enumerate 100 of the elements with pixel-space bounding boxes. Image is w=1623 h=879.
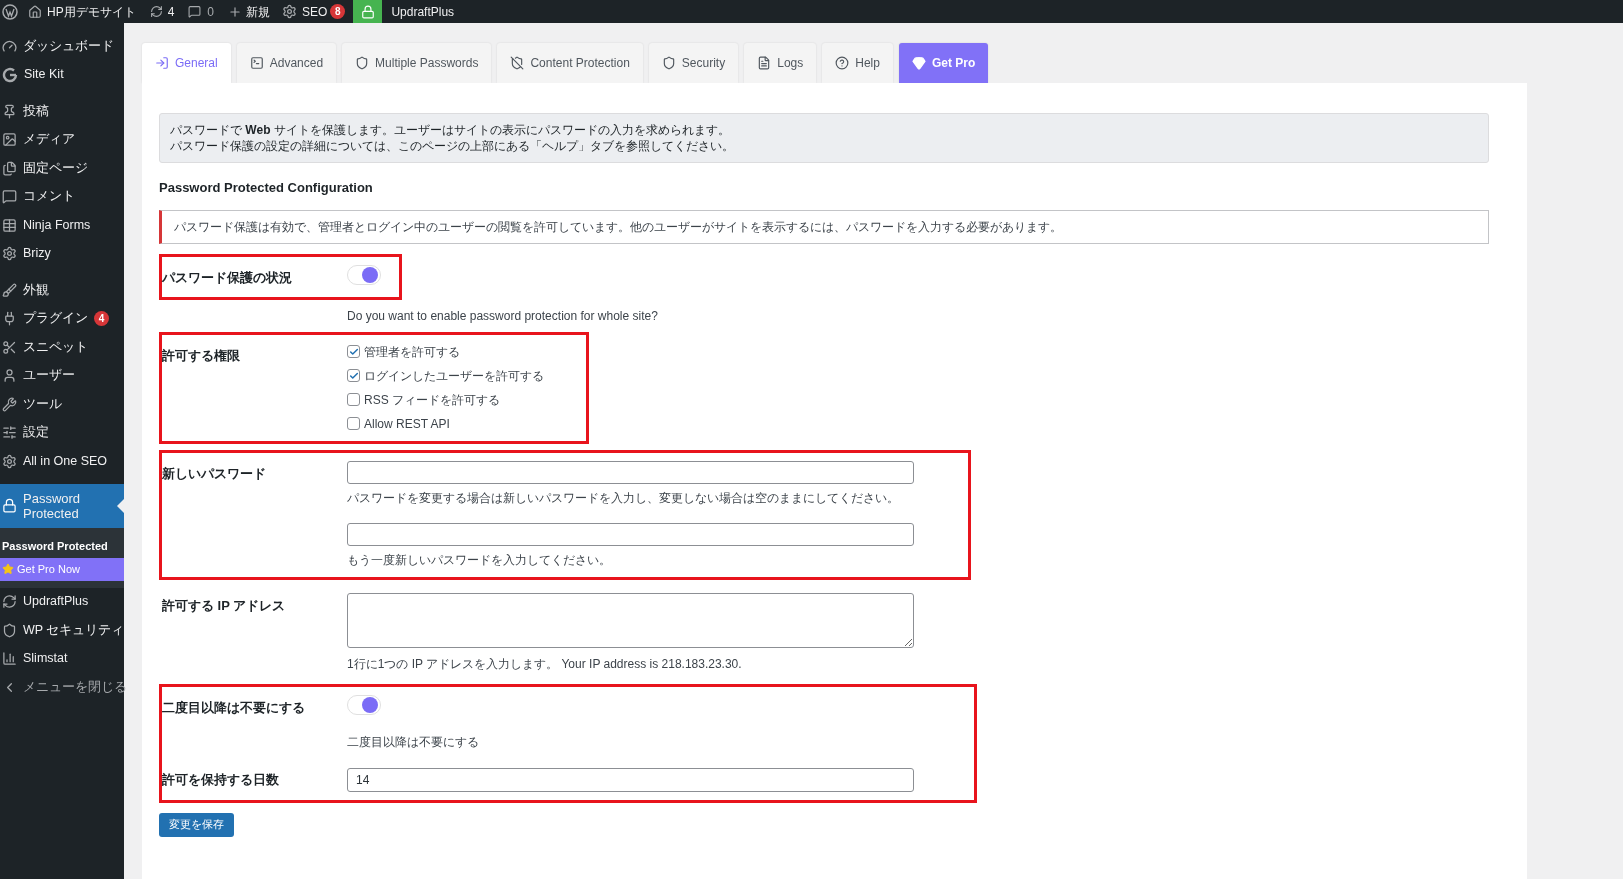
lock-tile[interactable] <box>353 0 383 23</box>
updraftplus-link[interactable]: UpdraftPlus <box>391 2 455 21</box>
star-icon <box>2 563 14 575</box>
menu-label: Slimstat <box>23 651 68 667</box>
toggle-switch[interactable] <box>347 264 381 285</box>
save-button[interactable]: 変更を保存 <box>159 812 234 837</box>
seo-link[interactable]: SEO <box>302 2 328 21</box>
tab-icon <box>911 56 926 70</box>
submenu-item[interactable]: Password Protected <box>0 534 124 558</box>
menu-icon <box>2 217 17 233</box>
site-name-link[interactable]: HP用デモサイト <box>47 2 136 21</box>
tab[interactable]: Help <box>822 43 893 83</box>
comment-icon <box>188 5 202 18</box>
sidebar-item[interactable]: Site Kit <box>0 60 124 89</box>
tab[interactable]: Logs <box>744 43 817 83</box>
ip-address-textarea[interactable] <box>347 592 914 648</box>
new-link[interactable]: 新規 <box>246 2 271 21</box>
sidebar-item[interactable]: WP セキュリティ <box>0 616 124 645</box>
menu-icon <box>2 622 17 638</box>
menu-icon <box>2 339 17 355</box>
updates-count[interactable]: 4 <box>167 2 175 21</box>
menu-label: Brizy <box>23 246 51 262</box>
sidebar-item[interactable]: Password Protected <box>0 483 124 528</box>
sidebar-item[interactable]: メディア <box>0 125 124 154</box>
menu-icon <box>2 189 17 205</box>
sidebar-item[interactable]: プラグイン 4 <box>0 304 124 333</box>
submenu-item[interactable]: Get Pro Now <box>0 557 124 581</box>
refresh-icon <box>149 5 163 18</box>
menu-label: Ninja Forms <box>23 217 91 233</box>
toggle-switch[interactable] <box>347 694 381 715</box>
sidebar-item[interactable]: ダッシュボード <box>0 32 124 61</box>
info-text: パスワードで Web サイトを保護します。ユーザーはサイトの表示にパスワードの入力を求められます。 <box>170 122 731 138</box>
tab-icon <box>249 56 264 70</box>
checkbox[interactable] <box>347 393 360 406</box>
plus-icon <box>228 4 243 19</box>
menu-label: ユーザー <box>23 368 75 384</box>
field-label: 許可する IP アドレス <box>162 597 286 613</box>
wordpress-logo-icon[interactable] <box>2 3 18 20</box>
menu-icon <box>2 132 17 148</box>
sidebar-item[interactable]: All in One SEO <box>0 447 124 476</box>
password-field[interactable] <box>347 460 914 484</box>
menu-icon <box>2 160 17 176</box>
tab-icon <box>510 56 525 70</box>
menu-label: Password Protected <box>23 490 82 521</box>
menu-label: Site Kit <box>24 67 64 83</box>
menu-icon <box>2 103 17 119</box>
info-text: パスワード保護の設定の詳細については、このページの上部にある「ヘルプ」タブを参照してください。 <box>170 138 735 154</box>
tab[interactable]: General <box>142 43 231 83</box>
checkbox[interactable] <box>347 369 360 382</box>
sidebar-item[interactable]: 投稿 <box>0 97 124 126</box>
field-description: 1行に1つの IP アドレスを入力します。 Your IP address is 218.183.23.30. <box>347 655 743 673</box>
menu-label: WP セキュリティ <box>23 622 125 638</box>
tab[interactable]: Multiple Passwords <box>342 43 492 83</box>
checkbox[interactable] <box>347 345 360 358</box>
tab[interactable]: Content Protection <box>497 43 643 83</box>
sidebar-item[interactable]: スニペット <box>0 333 124 362</box>
field-description: パスワードを変更する場合は新しいパスワードを入力し、変更しない場合は空のままにしてください。 <box>347 489 900 507</box>
menu-label: 固定ページ <box>23 160 88 176</box>
sidebar-item[interactable]: Brizy <box>0 239 124 268</box>
gear-icon <box>282 4 298 19</box>
menu-label: 設定 <box>23 425 49 441</box>
sidebar-item[interactable]: Slimstat <box>0 644 124 673</box>
notice-box: パスワード保護は有効で、管理者とログイン中のユーザーの閲覧を許可しています。他のユーザーがサイトを表示するには、パスワードを入力する必要があります。 <box>159 209 1489 244</box>
tab-icon <box>835 56 850 70</box>
sidebar-item[interactable]: UpdraftPlus <box>0 587 124 616</box>
menu-icon <box>2 311 17 327</box>
home-icon <box>28 4 42 19</box>
menu-icon <box>2 425 17 441</box>
menu-icon <box>2 282 17 298</box>
checkbox-label: RSS フィードを許可する <box>364 391 500 409</box>
sidebar-item[interactable]: 設定 <box>0 418 124 447</box>
sidebar-item[interactable]: ユーザー <box>0 361 124 390</box>
sidebar-item[interactable]: 固定ページ <box>0 154 124 183</box>
tab[interactable]: Security <box>648 43 739 83</box>
menu-label: メディア <box>23 132 75 148</box>
menu-icon <box>2 38 17 54</box>
menu-label: コメント <box>23 189 75 205</box>
menu-label: プラグイン <box>23 311 88 327</box>
sidebar-item[interactable]: Ninja Forms <box>0 211 124 240</box>
menu-icon <box>2 498 17 513</box>
tab[interactable]: Advanced <box>236 43 337 83</box>
tab[interactable]: Get Pro <box>898 43 989 83</box>
days-input[interactable]: 14 <box>347 767 914 792</box>
sidebar-item[interactable]: 外観 <box>0 276 124 305</box>
tab-icon <box>661 56 676 70</box>
password-confirm-field[interactable] <box>347 522 914 546</box>
sidebar-item[interactable]: コメント <box>0 182 124 211</box>
field-description: もう一度新しいパスワードを入力してください。 <box>347 551 612 569</box>
menu-icon <box>2 246 17 262</box>
menu-label: UpdraftPlus <box>23 594 89 610</box>
lock-icon <box>360 4 375 19</box>
checkbox[interactable] <box>347 417 360 430</box>
sidebar-item[interactable]: ツール <box>0 390 124 419</box>
menu-label: Get Pro Now <box>17 561 80 577</box>
field-label: 許可を保持する日数 <box>162 771 279 787</box>
section-title: Password Protected Configuration <box>159 179 374 197</box>
tab-icon <box>155 56 169 70</box>
menu-icon <box>2 396 17 412</box>
menu-label: All in One SEO <box>23 453 108 469</box>
comments-count[interactable]: 0 <box>207 2 215 21</box>
